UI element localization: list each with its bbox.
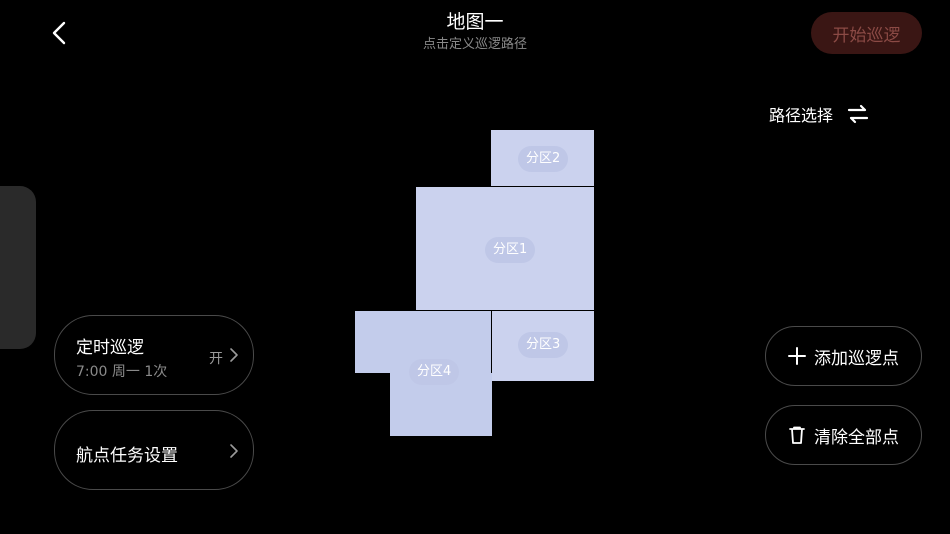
scheduled-patrol-card[interactable]: 定时巡逻 7:00 周一 1次 开 xyxy=(54,315,254,395)
chevron-right-icon xyxy=(230,348,238,362)
scheduled-patrol-status: 开 xyxy=(209,351,223,367)
zone-label[interactable]: 分区1 xyxy=(485,237,536,263)
clear-all-points-label: 清除全部点 xyxy=(814,427,899,448)
page-subtitle: 点击定义巡逻路径 xyxy=(422,37,527,52)
side-drawer-handle[interactable] xyxy=(0,186,36,349)
plus-icon xyxy=(788,347,806,365)
waypoint-task-settings-title: 航点任务设置 xyxy=(76,446,178,466)
scheduled-patrol-title: 定时巡逻 xyxy=(76,338,144,358)
swap-icon xyxy=(847,103,869,125)
zone-label[interactable]: 分区4 xyxy=(409,359,460,385)
scheduled-patrol-time: 7:00 周一 1次 xyxy=(76,364,168,380)
route-select-button[interactable]: 路径选择 xyxy=(769,100,869,128)
zone-label[interactable]: 分区2 xyxy=(518,146,569,172)
trash-icon xyxy=(788,426,806,444)
add-patrol-point-button[interactable]: 添加巡逻点 xyxy=(765,326,922,386)
zone-label[interactable]: 分区3 xyxy=(518,332,569,358)
add-patrol-point-label: 添加巡逻点 xyxy=(814,348,899,369)
clear-all-points-button[interactable]: 清除全部点 xyxy=(765,405,922,465)
patrol-map-page: 地图一 点击定义巡逻路径 开始巡逻 路径选择 分区2 分区1 分区3 分区4 定… xyxy=(0,0,950,534)
waypoint-task-settings-card[interactable]: 航点任务设置 xyxy=(54,410,254,490)
route-select-label: 路径选择 xyxy=(769,106,834,125)
start-patrol-button[interactable]: 开始巡逻 xyxy=(811,12,922,54)
header: 地图一 点击定义巡逻路径 xyxy=(0,10,950,54)
page-title: 地图一 xyxy=(446,11,504,33)
chevron-right-icon xyxy=(230,444,238,458)
